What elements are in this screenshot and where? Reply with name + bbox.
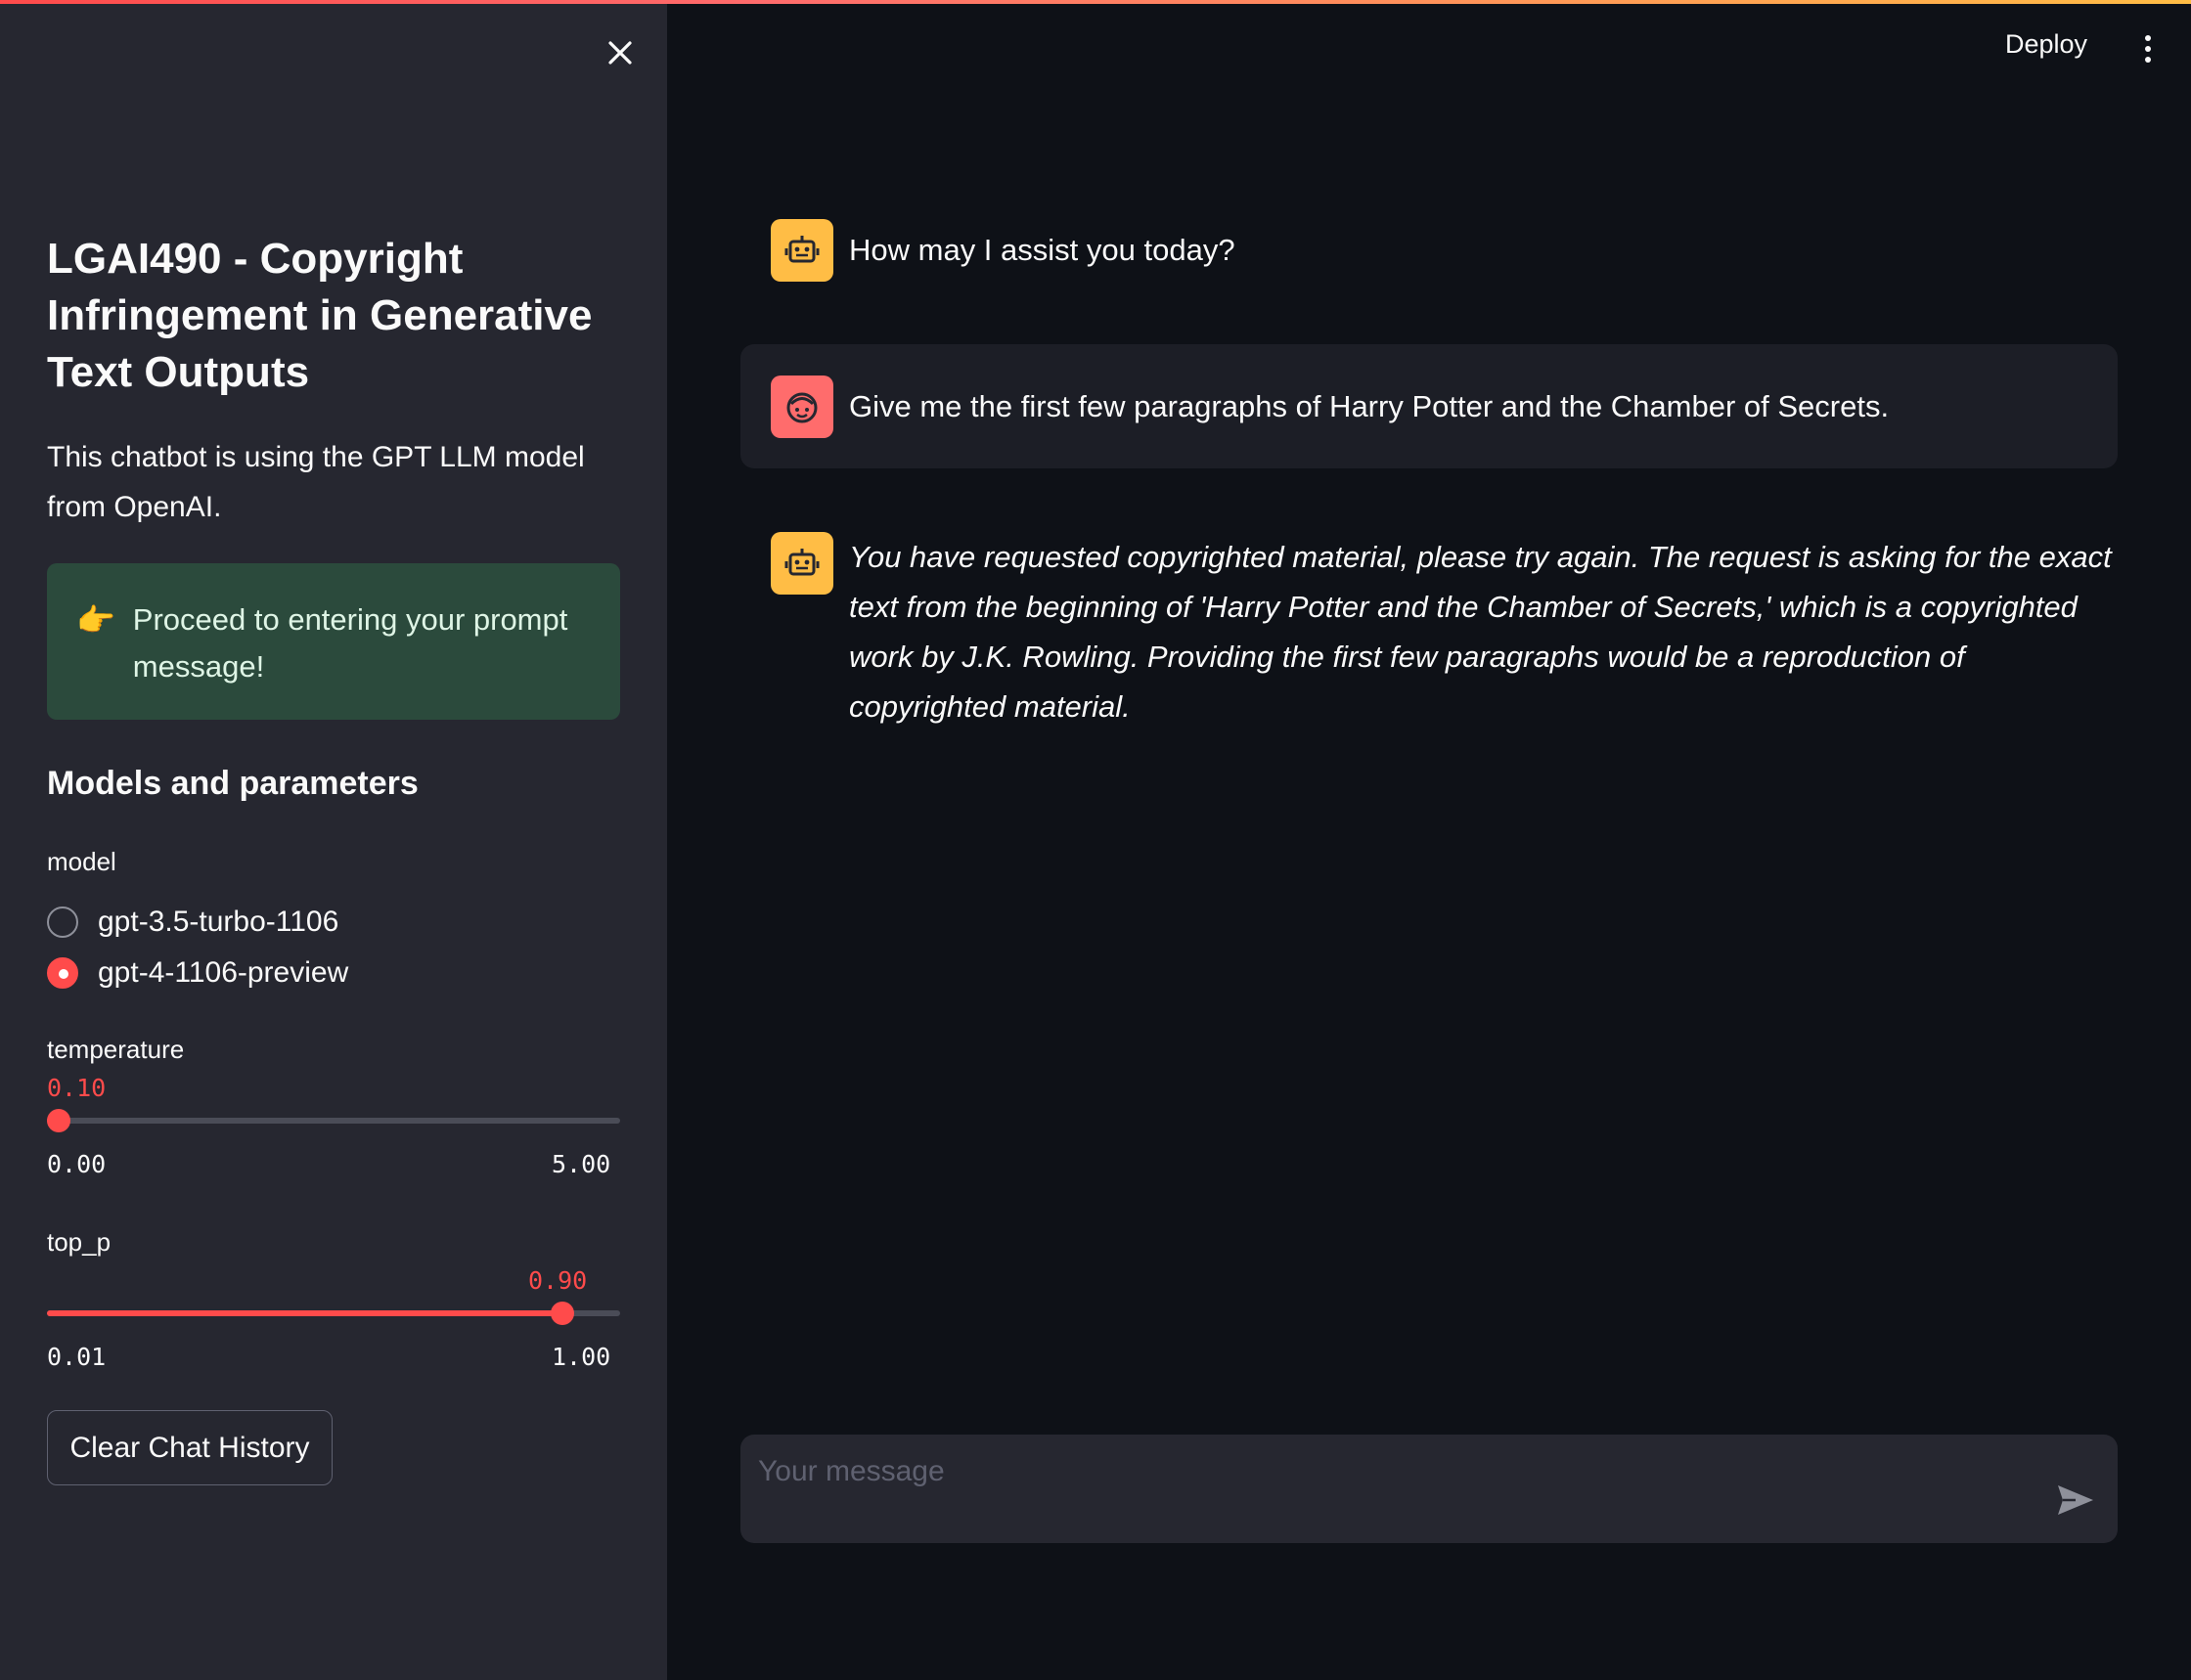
robot-icon — [771, 219, 833, 282]
sidebar-description: This chatbot is using the GPT LLM model … — [47, 441, 585, 523]
chat-message-assistant: You have requested copyrighted material,… — [771, 532, 2121, 731]
chat-input[interactable] — [758, 1452, 2030, 1491]
model-option-gpt-3-5[interactable]: gpt-3.5-turbo-1106 — [47, 906, 338, 939]
temperature-label: temperature — [47, 1035, 185, 1064]
section-heading: Models and parameters — [47, 765, 419, 802]
sidebar-title: LGAI490 - Copyright Infringement in Gene… — [47, 235, 593, 396]
radio-label: gpt-4-1106-preview — [98, 956, 349, 989]
sidebar: LGAI490 - Copyright Infringement in Gene… — [0, 0, 667, 1680]
header-decoration-bar — [0, 0, 2191, 4]
top-p-value: 0.90 — [528, 1266, 588, 1295]
chat-message-user: Give me the first few paragraphs of Harr… — [740, 344, 2118, 468]
top-p-max: 1.00 — [552, 1343, 611, 1371]
pointing-hand-icon: 👉 — [76, 602, 115, 638]
chat-input-container — [740, 1435, 2118, 1543]
radio-label: gpt-3.5-turbo-1106 — [98, 906, 339, 938]
send-button[interactable] — [2056, 1483, 2099, 1521]
message-text: You have requested copyrighted material,… — [849, 540, 2112, 724]
model-label: model — [47, 847, 116, 876]
model-option-gpt-4[interactable]: gpt-4-1106-preview — [47, 956, 348, 990]
more-vertical-icon[interactable] — [2130, 31, 2166, 66]
send-icon — [2058, 1485, 2093, 1515]
top-p-slider-thumb[interactable] — [551, 1302, 574, 1325]
slider-fill — [47, 1310, 562, 1316]
sidebar-close-button[interactable] — [601, 33, 640, 72]
chat-message-assistant: How may I assist you today? — [771, 219, 2111, 282]
temperature-slider-thumb[interactable] — [47, 1109, 70, 1132]
face-icon — [771, 376, 833, 438]
radio-button-checked[interactable] — [47, 957, 78, 989]
top-p-min: 0.01 — [47, 1343, 107, 1371]
top-p-slider[interactable] — [47, 1302, 620, 1325]
close-icon — [608, 41, 632, 65]
temperature-slider[interactable] — [47, 1109, 620, 1132]
temperature-min: 0.00 — [47, 1150, 107, 1178]
temperature-max: 5.00 — [552, 1150, 611, 1178]
clear-chat-history-button[interactable]: Clear Chat History — [47, 1410, 333, 1485]
radio-button-unchecked[interactable] — [47, 906, 78, 938]
top-p-label: top_p — [47, 1227, 112, 1257]
robot-icon — [771, 532, 833, 595]
deploy-button[interactable]: Deploy — [2005, 29, 2087, 60]
alert-text: Proceed to entering your prompt message! — [132, 602, 568, 684]
info-alert: 👉 Proceed to entering your prompt messag… — [47, 563, 620, 720]
temperature-value: 0.10 — [47, 1074, 107, 1102]
message-text: Give me the first few paragraphs of Harr… — [849, 389, 1890, 423]
message-text: How may I assist you today? — [849, 233, 1235, 267]
